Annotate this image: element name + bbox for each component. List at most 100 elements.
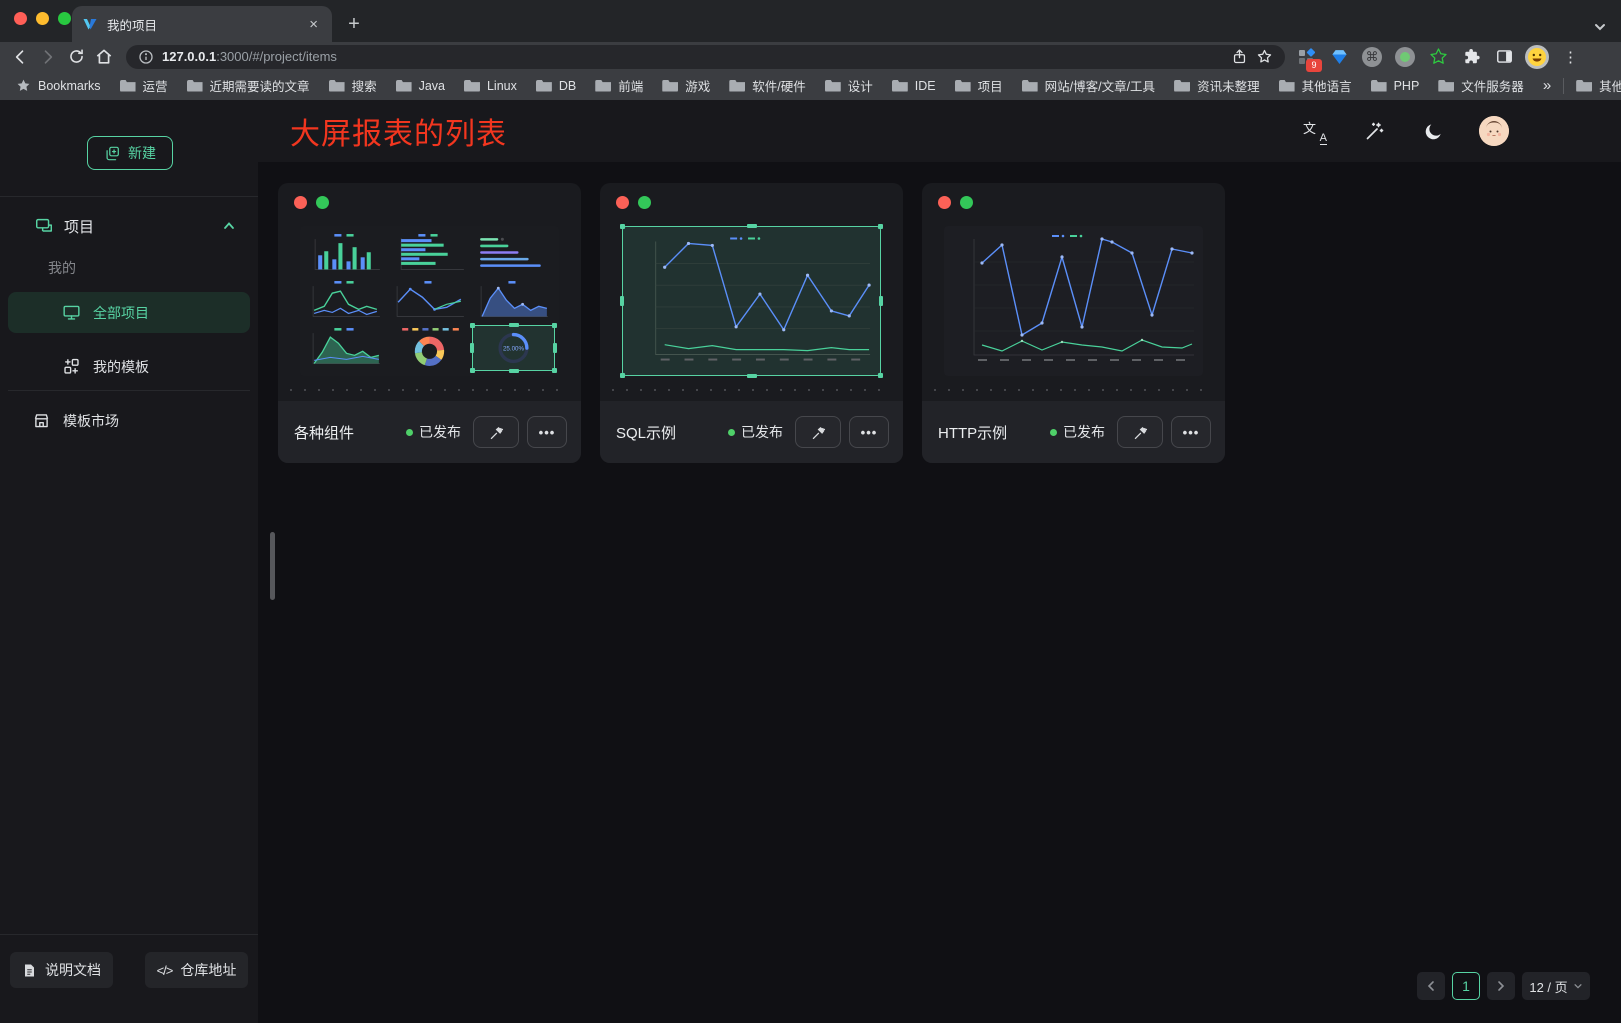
bookmark-folder[interactable]: 搜索 <box>329 76 377 95</box>
green-star-extension-icon[interactable] <box>1425 44 1451 70</box>
bookmark-folder[interactable]: Linux <box>464 79 517 93</box>
bookmark-folder[interactable]: 近期需要读的文章 <box>187 76 310 95</box>
tab-search-chevron-icon[interactable] <box>1593 20 1607 34</box>
browser-menu-icon[interactable]: ⋮ <box>1557 48 1584 66</box>
profile-avatar-icon[interactable] <box>1524 44 1550 70</box>
line-chart-preview <box>944 226 1203 376</box>
sidebar-item-my-templates[interactable]: 我的模板 <box>8 346 250 387</box>
project-card[interactable]: SQL示例 已发布 ••• <box>600 183 903 463</box>
page-number-button[interactable]: 1 <box>1452 972 1480 1000</box>
close-window-button[interactable] <box>14 12 27 25</box>
more-actions-button[interactable]: ••• <box>527 416 567 448</box>
bookmarks-overflow-icon[interactable]: » <box>1543 77 1551 94</box>
user-avatar[interactable] <box>1479 116 1509 146</box>
more-actions-button[interactable]: ••• <box>849 416 889 448</box>
folder-icon <box>536 80 552 92</box>
language-translate-icon[interactable]: 文 A <box>1302 118 1328 144</box>
reload-icon[interactable] <box>62 44 90 70</box>
tab-manager-extension-icon[interactable]: 9 <box>1293 44 1319 70</box>
status-dot <box>728 429 735 436</box>
card-green-dot <box>316 196 329 209</box>
magic-wand-icon[interactable] <box>1361 118 1387 144</box>
new-tab-button[interactable]: + <box>340 10 368 38</box>
tab-strip: 我的项目 × + <box>0 0 1621 42</box>
bookmark-item[interactable]: Bookmarks <box>16 78 101 93</box>
bookmark-folder[interactable]: 文件服务器 <box>1438 76 1524 95</box>
sidebar: 新建 项目 我的 全部项目 我的模板 <box>0 100 258 1023</box>
bookmark-folder[interactable]: DB <box>536 79 576 93</box>
bookmark-folder[interactable]: PHP <box>1371 79 1420 93</box>
divider <box>0 196 258 197</box>
browser-tab[interactable]: 我的项目 × <box>72 6 332 42</box>
bookmark-folder[interactable]: Java <box>396 79 445 93</box>
bookmark-folder[interactable]: 游戏 <box>662 76 710 95</box>
project-card-list: 25.00% 各种组件 已发布 <box>278 183 1225 463</box>
gem-extension-icon[interactable] <box>1326 44 1352 70</box>
gauge-value-label: 25.00% <box>503 345 525 352</box>
card-green-dot <box>638 196 651 209</box>
other-bookmarks-folder[interactable]: 其他书签 <box>1576 76 1621 95</box>
edit-project-button[interactable] <box>473 416 519 448</box>
project-card[interactable]: HTTP示例 已发布 ••• <box>922 183 1225 463</box>
bookmark-folder[interactable]: 运营 <box>120 76 168 95</box>
folder-icon <box>396 80 412 92</box>
bookmark-folder[interactable]: 项目 <box>955 76 1003 95</box>
command-extension-icon[interactable]: ⌘ <box>1359 44 1385 70</box>
window-controls[interactable] <box>14 12 71 25</box>
folder-icon <box>825 80 841 92</box>
sidebar-group-projects[interactable]: 项目 <box>0 211 258 241</box>
bookmark-folder[interactable]: 其他语言 <box>1279 76 1352 95</box>
scrollbar-thumb[interactable] <box>270 532 275 600</box>
folder-icon <box>1438 80 1454 92</box>
edit-project-button[interactable] <box>1117 416 1163 448</box>
bookmark-star-icon[interactable] <box>1256 48 1273 65</box>
document-icon <box>22 963 37 978</box>
bookmark-folder[interactable]: 软件/硬件 <box>729 76 805 95</box>
extension-badge: 9 <box>1306 59 1322 72</box>
tab-close-icon[interactable]: × <box>305 16 322 33</box>
status-dot <box>1050 429 1057 436</box>
hammer-icon <box>488 424 505 441</box>
docs-button[interactable]: 说明文档 <box>10 952 113 988</box>
folder-icon <box>1174 80 1190 92</box>
dark-mode-moon-icon[interactable] <box>1420 118 1446 144</box>
chevron-up-icon[interactable] <box>222 219 236 233</box>
home-icon[interactable] <box>90 44 118 70</box>
next-page-button[interactable] <box>1487 972 1515 1000</box>
recorder-extension-icon[interactable] <box>1392 44 1418 70</box>
bookmark-folder[interactable]: IDE <box>892 79 936 93</box>
bookmark-folder[interactable]: 资讯未整理 <box>1174 76 1260 95</box>
zoom-window-button[interactable] <box>58 12 71 25</box>
mini-line-chart <box>388 278 471 325</box>
bookmark-folder[interactable]: 前端 <box>595 76 643 95</box>
prev-page-button[interactable] <box>1417 972 1445 1000</box>
side-panel-icon[interactable] <box>1491 44 1517 70</box>
site-info-icon[interactable] <box>138 49 154 65</box>
repo-button[interactable]: </> 仓库地址 <box>145 952 248 988</box>
back-icon[interactable] <box>6 44 34 70</box>
folder-icon <box>1279 80 1295 92</box>
sidebar-item-all-projects[interactable]: 全部项目 <box>8 292 250 333</box>
code-icon: </> <box>157 963 173 978</box>
url-bar[interactable]: 127.0.0.1:3000/#/project/items <box>126 45 1285 69</box>
mini-horizontal-bar-chart <box>388 231 471 278</box>
selected-gauge-widget[interactable]: 25.00% <box>472 325 555 371</box>
bookmark-folder[interactable]: 网站/博客/文章/工具 <box>1022 76 1155 95</box>
storefront-icon <box>32 411 51 430</box>
share-icon[interactable] <box>1231 48 1248 65</box>
card-footer: 各种组件 已发布 ••• <box>278 401 581 463</box>
new-project-button[interactable]: 新建 <box>87 136 173 170</box>
pagination: 1 12 / 页 <box>1417 972 1590 1000</box>
project-card[interactable]: 25.00% 各种组件 已发布 <box>278 183 581 463</box>
template-blocks-icon <box>62 357 81 376</box>
edit-project-button[interactable] <box>795 416 841 448</box>
page-size-select[interactable]: 12 / 页 <box>1522 972 1590 1000</box>
sidebar-item-template-market[interactable]: 模板市场 <box>8 400 250 441</box>
minimize-window-button[interactable] <box>36 12 49 25</box>
folder-icon <box>729 80 745 92</box>
more-actions-button[interactable]: ••• <box>1171 416 1211 448</box>
bookmark-folder[interactable]: 设计 <box>825 76 873 95</box>
extensions-puzzle-icon[interactable] <box>1458 44 1484 70</box>
folder-icon <box>595 80 611 92</box>
forward-icon[interactable] <box>34 44 62 70</box>
